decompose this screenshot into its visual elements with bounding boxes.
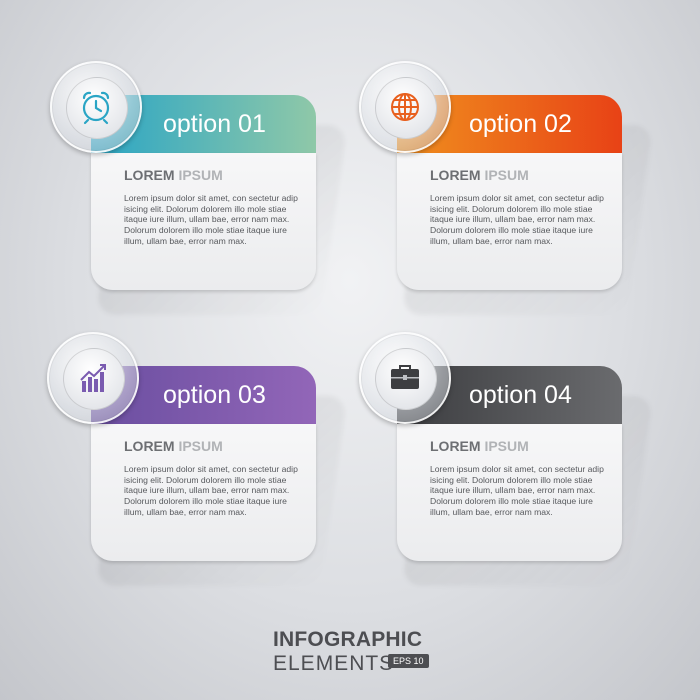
- card-title: option 03: [163, 381, 266, 409]
- badge-1: [50, 61, 142, 153]
- card-text: Lorem ipsum dolor sit amet, con sectetur…: [430, 464, 604, 517]
- card-text: Lorem ipsum dolor sit amet, con sectetur…: [124, 193, 298, 246]
- card-body: LOREM IPSUM Lorem ipsum dolor sit amet, …: [91, 153, 316, 290]
- card-title: option 04: [469, 381, 572, 409]
- card-text: Lorem ipsum dolor sit amet, con sectetur…: [124, 464, 298, 517]
- card-heading: LOREM IPSUM: [430, 438, 529, 454]
- card-text: Lorem ipsum dolor sit amet, con sectetur…: [430, 193, 604, 246]
- badge-4: [359, 332, 451, 424]
- card-title: option 01: [163, 110, 266, 138]
- badge-3: [47, 332, 139, 424]
- card-heading: LOREM IPSUM: [124, 167, 223, 183]
- card-body: LOREM IPSUM Lorem ipsum dolor sit amet, …: [397, 153, 622, 290]
- footer-subtitle: ELEMENTS: [273, 652, 395, 675]
- alarm-clock-icon: [82, 91, 110, 125]
- bar-chart-icon: [80, 364, 106, 392]
- card-heading: LOREM IPSUM: [430, 167, 529, 183]
- footer-title: INFOGRAPHIC: [273, 628, 423, 651]
- briefcase-icon: [391, 365, 419, 389]
- globe-icon: [391, 93, 419, 121]
- card-body: LOREM IPSUM Lorem ipsum dolor sit amet, …: [91, 424, 316, 561]
- card-heading: LOREM IPSUM: [124, 438, 223, 454]
- card-title: option 02: [469, 110, 572, 138]
- eps-badge: EPS 10: [388, 654, 429, 668]
- badge-2: [359, 61, 451, 153]
- card-body: LOREM IPSUM Lorem ipsum dolor sit amet, …: [397, 424, 622, 561]
